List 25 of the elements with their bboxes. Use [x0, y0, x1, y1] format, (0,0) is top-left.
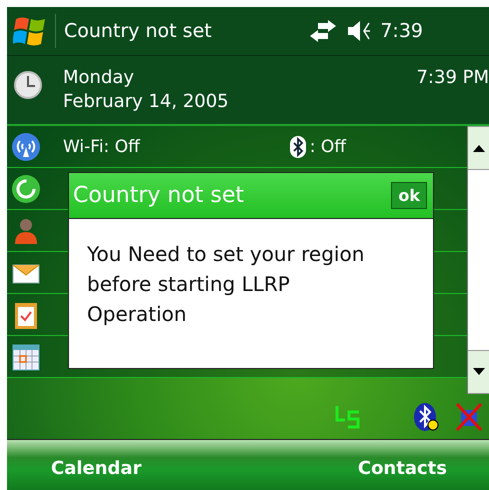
window-title: Country not set [64, 20, 213, 42]
scrollbar[interactable] [467, 126, 489, 394]
ok-button[interactable]: ok [391, 182, 427, 209]
clock-icon [13, 70, 43, 100]
dialog-message: You Need to set your region before starting LLRP Operation [87, 241, 366, 328]
bluetooth-badge-icon[interactable] [413, 402, 439, 432]
bluetooth-status[interactable]: : Off [310, 136, 346, 156]
clock-time: 7:39 PM [416, 66, 489, 90]
date-label: February 14, 2005 [63, 90, 230, 114]
status-time: 7:39 [380, 20, 423, 42]
scroll-down-icon[interactable] [472, 368, 484, 376]
softkey-button[interactable]: Calendar [49, 454, 144, 482]
scroll-up-icon[interactable] [472, 144, 484, 152]
sync-circle-icon[interactable] [11, 174, 41, 204]
connectivity-arrows-icon[interactable] [308, 19, 338, 43]
date-panel[interactable]: Monday February 14, 2005 7:39 PM [7, 56, 489, 126]
softkey-button[interactable]: Contacts [356, 454, 449, 482]
day-label: Monday [63, 66, 136, 90]
start-flag-icon[interactable] [13, 14, 56, 48]
dialog-title: Country not set [73, 183, 244, 208]
calendar-icon[interactable] [11, 342, 41, 372]
wifi-status[interactable]: Wi-Fi: Off [63, 136, 140, 156]
bluetooth-icon [290, 136, 306, 158]
speaker-icon[interactable] [346, 19, 372, 43]
antenna-icon[interactable] [11, 132, 41, 162]
